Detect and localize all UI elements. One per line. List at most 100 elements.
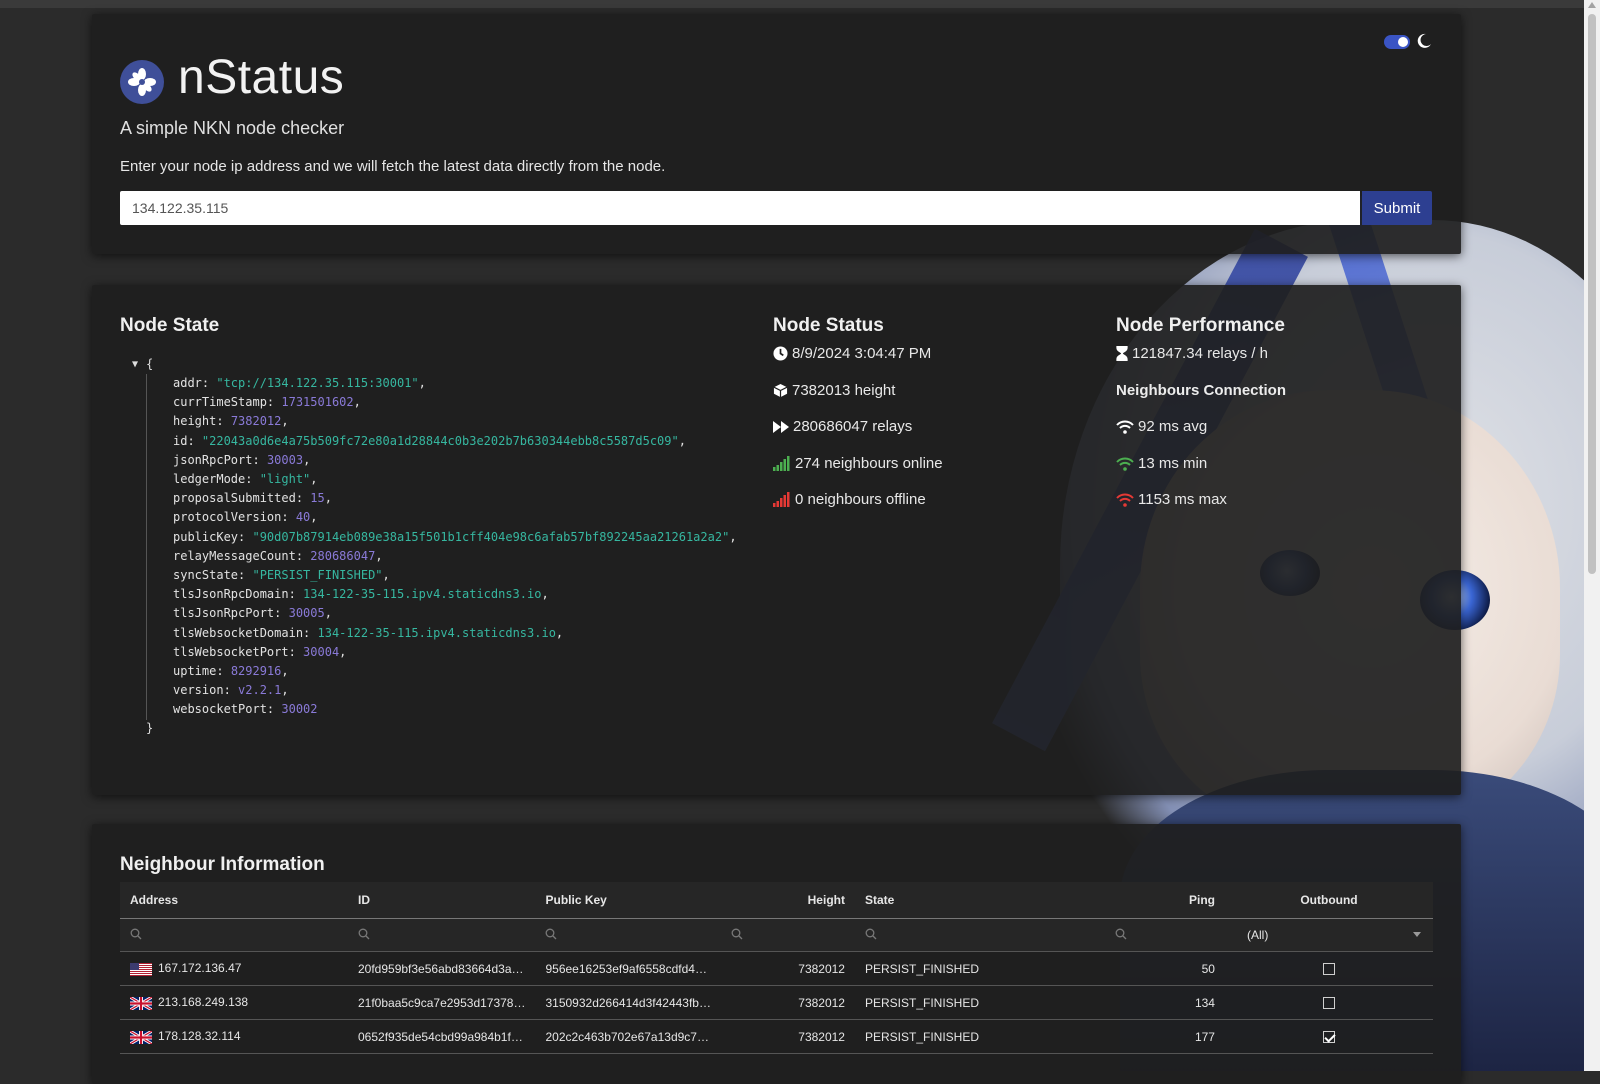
col-address[interactable]: Address xyxy=(120,882,348,919)
instructions-text: Enter your node ip address and we will f… xyxy=(120,158,666,175)
json-field-row: tlsWebsocketDomain: 134-122-35-115.ipv4.… xyxy=(173,625,564,640)
cell-id: 21f0baa5c9ca7e2953d17378… xyxy=(348,985,536,1020)
cell-ping: 177 xyxy=(1104,1019,1225,1054)
json-value: 134-122-35-115.ipv4.staticdns3.io xyxy=(303,587,542,602)
json-key: relayMessageCount xyxy=(173,548,296,563)
cell-state: PERSIST_FINISHED xyxy=(854,951,1105,986)
col-height[interactable]: Height xyxy=(720,882,855,919)
json-value: v2.2.1 xyxy=(238,683,282,698)
filter-state[interactable] xyxy=(854,918,1105,952)
scrollbar-thumb[interactable] xyxy=(1588,14,1596,574)
json-value: "tcp://134.122.35.115:30001" xyxy=(216,376,419,390)
json-key: ledgerMode xyxy=(173,472,246,487)
nkn-logo xyxy=(120,60,164,104)
json-field-list: addr: "tcp://134.122.35.115:30001", currT… xyxy=(146,374,737,720)
table-header-row: Address ID Public Key Height State Ping … xyxy=(120,882,1433,919)
browser-top-strip xyxy=(0,0,1584,8)
flag-gb-icon xyxy=(130,1030,152,1044)
node-info-card: Node State ▼ { addr: "tcp://134.122.35.1… xyxy=(92,285,1461,795)
wifi-red-icon xyxy=(1116,493,1134,507)
json-field-row: tlsWebsocketPort: 30004, xyxy=(173,644,347,659)
json-key: currTimeStamp xyxy=(173,395,267,410)
json-field-row: id: "22043a0d6e4a75b509fc72e80a1d28844c0… xyxy=(173,433,686,448)
json-key: id xyxy=(173,433,188,448)
json-key: tlsJsonRpcDomain xyxy=(173,587,289,602)
json-value: 8292916 xyxy=(230,664,282,679)
json-key: tlsWebsocketDomain xyxy=(173,625,304,640)
json-value: 30003 xyxy=(266,452,304,467)
app-title: nStatus xyxy=(178,51,345,104)
search-icon xyxy=(731,928,743,939)
json-field-row: addr: "tcp://134.122.35.115:30001", xyxy=(173,376,426,390)
json-key: syncState xyxy=(173,568,239,583)
json-field-row: version: v2.2.1, xyxy=(173,683,289,698)
json-field-row: currTimeStamp: 1731501602, xyxy=(173,395,361,410)
filter-id[interactable] xyxy=(348,918,536,952)
clock-icon xyxy=(773,346,788,361)
submit-button[interactable]: Submit xyxy=(1362,191,1432,225)
scroll-up-arrow-icon[interactable] xyxy=(1588,2,1596,8)
flower-icon xyxy=(128,68,156,96)
table-row[interactable]: 213.168.249.138 21f0baa5c9ca7e2953d17378…… xyxy=(120,985,1433,1020)
filter-height[interactable] xyxy=(720,918,855,952)
neighbours-table: Address ID Public Key Height State Ping … xyxy=(120,882,1433,1054)
search-icon xyxy=(130,928,142,939)
col-state[interactable]: State xyxy=(854,882,1105,919)
filter-ping[interactable] xyxy=(1104,918,1225,952)
col-outbound[interactable]: Outbound xyxy=(1224,882,1433,919)
json-open-brace: { xyxy=(146,357,154,371)
dark-mode-toggle[interactable] xyxy=(1384,35,1410,49)
filter-public-key[interactable] xyxy=(535,918,721,952)
table-row[interactable]: 167.172.136.47 20fd959bf3e56abd83664d3a… 9… xyxy=(120,951,1433,986)
json-key: tlsWebsocketPort xyxy=(173,644,289,659)
filter-outbound-select[interactable]: (All) xyxy=(1224,918,1433,952)
json-value: 15 xyxy=(310,491,325,506)
outbound-checkbox[interactable] xyxy=(1322,1031,1335,1044)
performance-rate: 121847.34 relays / h xyxy=(1116,345,1268,362)
cell-public-key: 202c2c463b702e67a13d9c7… xyxy=(535,1019,721,1054)
cell-height: 7382012 xyxy=(720,951,855,986)
filter-address[interactable] xyxy=(120,918,348,952)
json-value: 280686047 xyxy=(310,548,376,563)
outbound-checkbox[interactable] xyxy=(1322,963,1335,976)
json-value: 134-122-35-115.ipv4.staticdns3.io xyxy=(317,625,556,640)
cell-public-key: 3150932d266414d3f42443fb… xyxy=(535,985,721,1020)
cube-icon xyxy=(773,383,788,398)
collapse-caret-icon[interactable]: ▼ xyxy=(132,355,138,374)
col-public-key[interactable]: Public Key xyxy=(535,882,721,919)
cell-ping: 134 xyxy=(1104,985,1225,1020)
json-field-row: protocolVersion: 40, xyxy=(173,510,318,525)
cell-ping: 50 xyxy=(1104,951,1225,986)
cell-state: PERSIST_FINISHED xyxy=(854,985,1105,1020)
hourglass-icon xyxy=(1116,346,1128,361)
json-field-row: proposalSubmitted: 15, xyxy=(173,491,332,506)
json-field-row: jsonRpcPort: 30003, xyxy=(173,452,311,467)
json-key: publicKey xyxy=(173,529,239,544)
col-ping[interactable]: Ping xyxy=(1104,882,1225,919)
node-status-title: Node Status xyxy=(773,315,884,336)
scrollbar[interactable] xyxy=(1584,0,1600,1071)
cell-address: 213.168.249.138 xyxy=(120,985,348,1020)
ping-min: 13 ms min xyxy=(1116,455,1207,472)
cell-outbound xyxy=(1224,951,1433,986)
json-value: 30004 xyxy=(303,644,340,659)
json-value: 30005 xyxy=(288,606,325,621)
json-value: "light" xyxy=(259,472,311,487)
ip-address-input[interactable] xyxy=(120,191,1360,225)
outbound-checkbox[interactable] xyxy=(1322,997,1335,1010)
table-row[interactable]: 178.128.32.114 0652f935de54cbd99a984b1f… 2… xyxy=(120,1019,1433,1054)
json-key: protocolVersion xyxy=(173,510,282,525)
app-subtitle: A simple NKN node checker xyxy=(120,118,345,138)
json-value: "PERSIST_FINISHED" xyxy=(252,568,383,583)
json-field-row: ledgerMode: "light", xyxy=(173,472,318,487)
json-value: 40 xyxy=(295,510,311,525)
neighbours-card: Neighbour Information Address ID Public … xyxy=(92,824,1461,1084)
cell-address: 178.128.32.114 xyxy=(120,1019,348,1054)
ping-avg: 92 ms avg xyxy=(1116,418,1207,435)
node-performance-title: Node Performance xyxy=(1116,315,1285,336)
json-key: jsonRpcPort xyxy=(173,452,253,467)
cell-outbound xyxy=(1224,1019,1433,1054)
col-id[interactable]: ID xyxy=(348,882,536,919)
json-key: tlsJsonRpcPort xyxy=(173,606,275,621)
cell-id: 0652f935de54cbd99a984b1f… xyxy=(348,1019,536,1054)
